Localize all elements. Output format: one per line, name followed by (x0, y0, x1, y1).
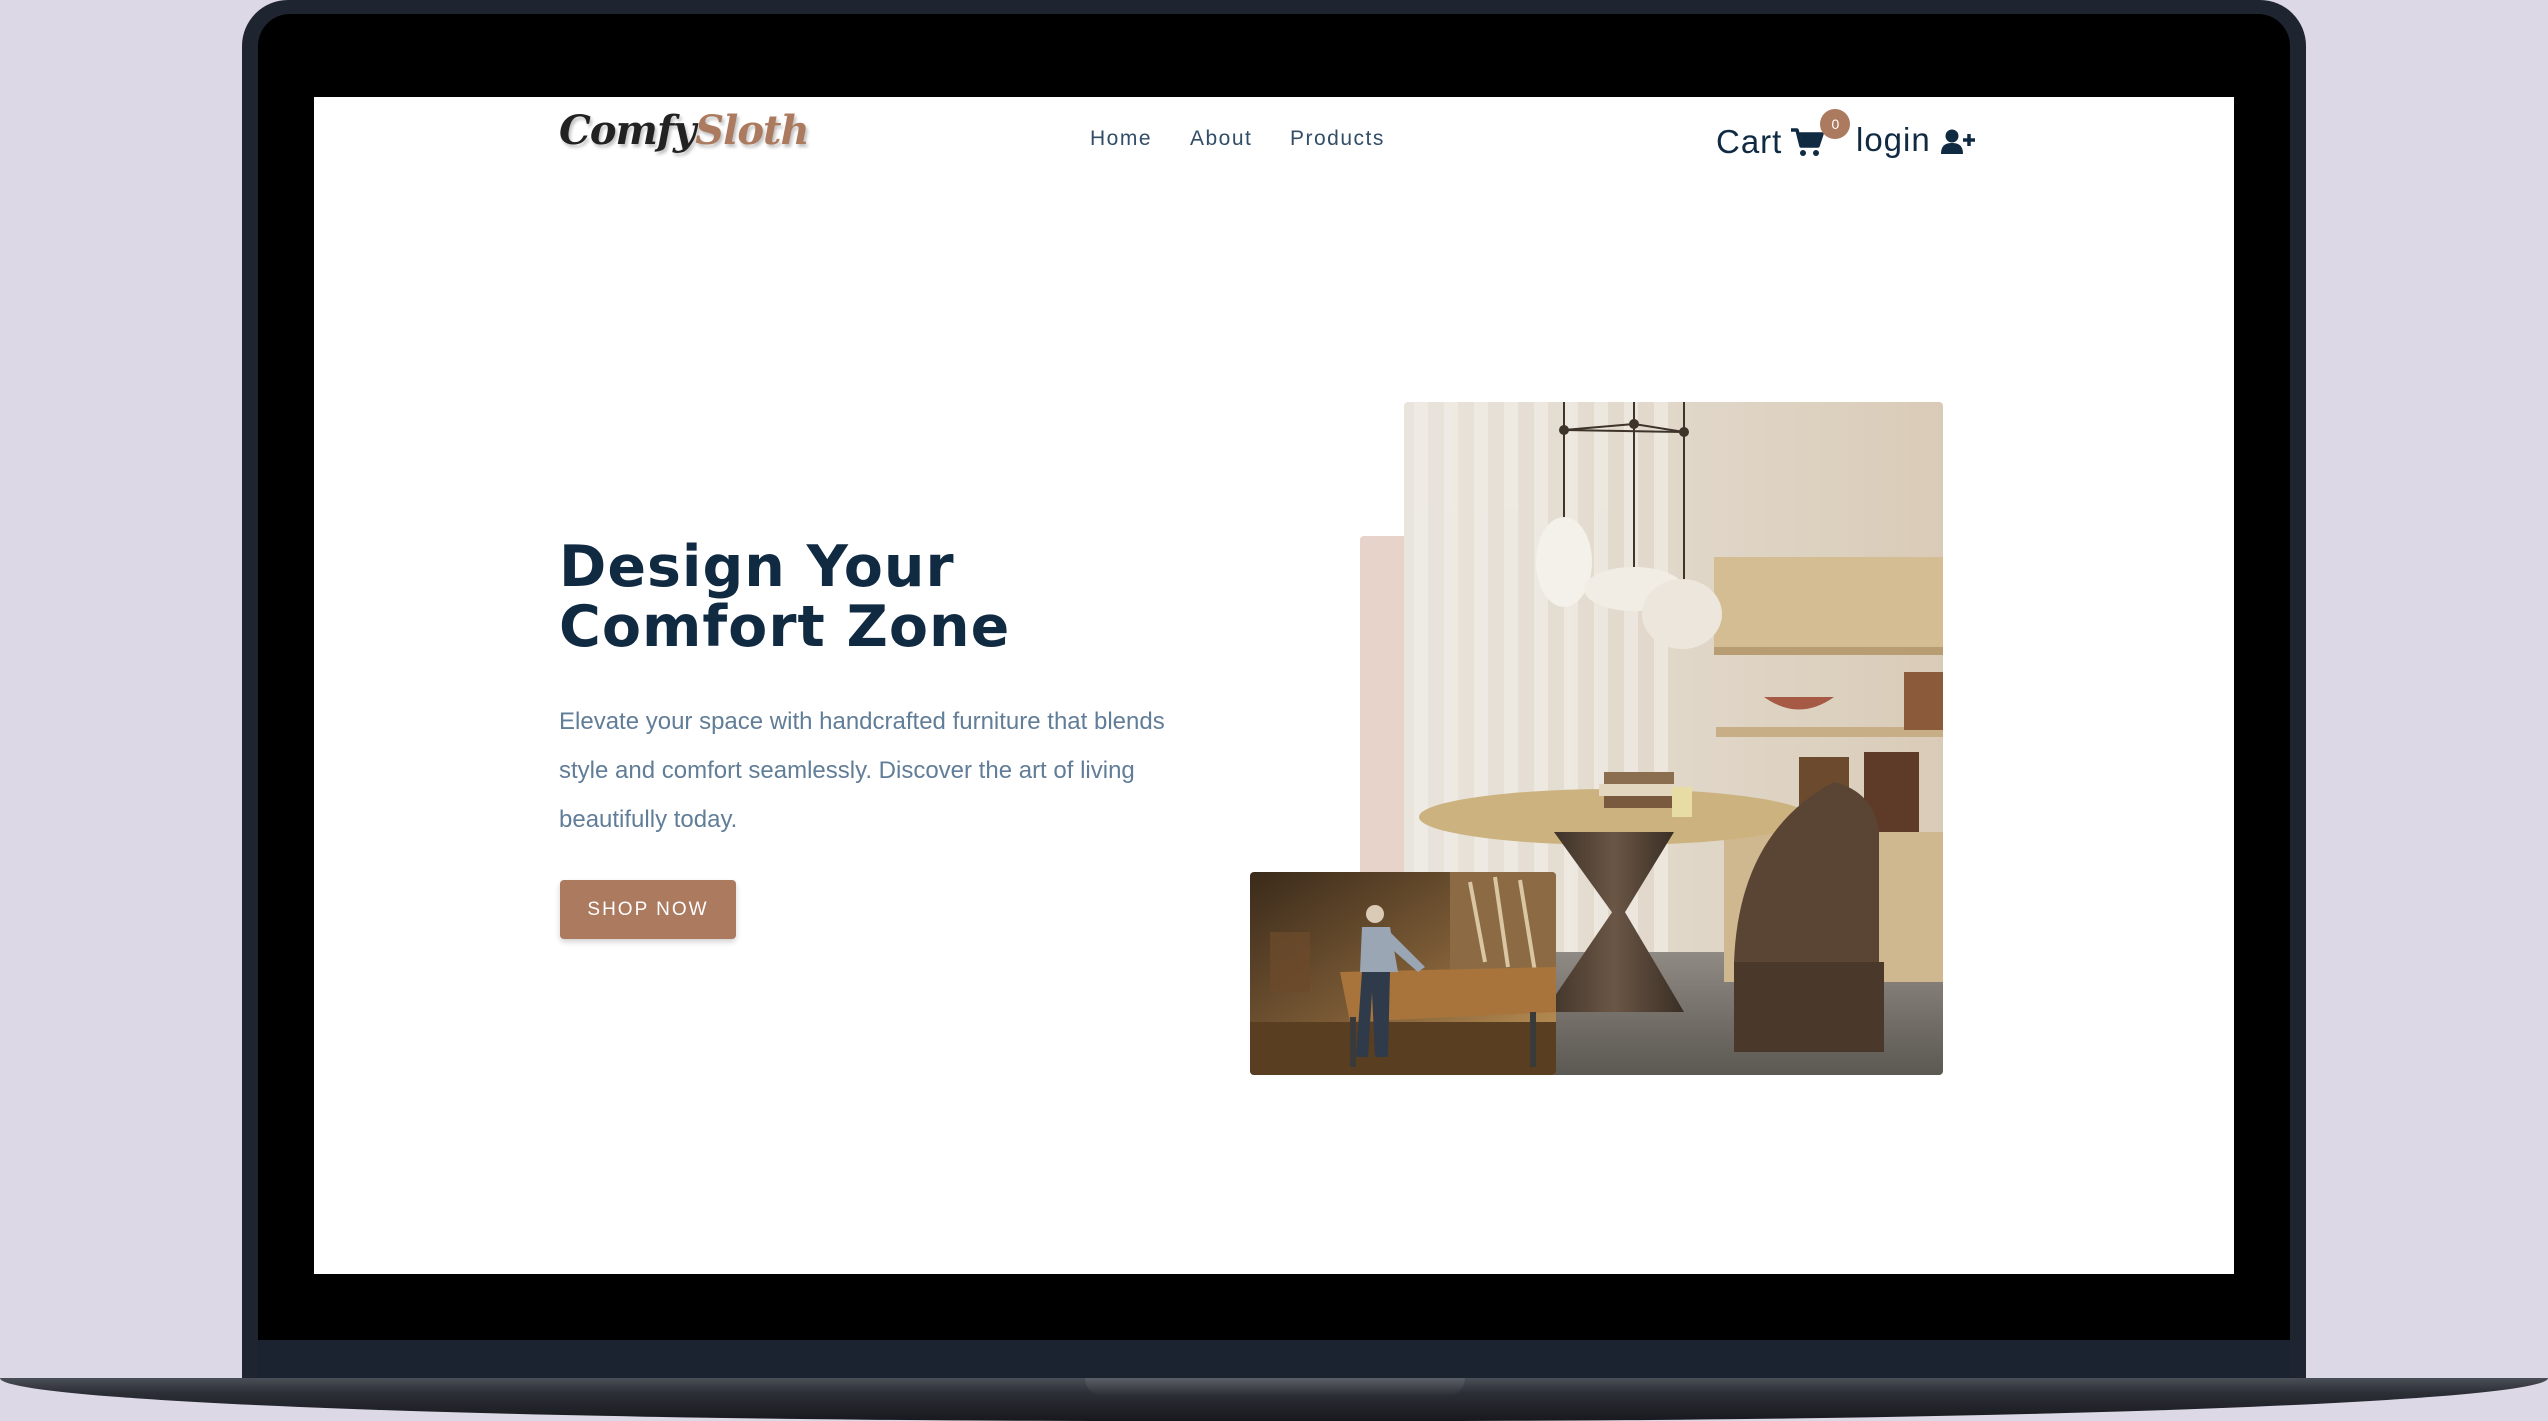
craftsman-image (1250, 872, 1556, 1075)
cart-label: Cart (1716, 123, 1783, 160)
hero-description: Elevate your space with handcrafted furn… (559, 708, 1165, 833)
shopping-cart-icon: 0 (1790, 109, 1851, 157)
website-screen: ComfySloth Home About Products Cart 0 lo… (314, 97, 2234, 1274)
laptop-notch (1085, 1378, 1465, 1396)
nav-link-products[interactable]: Products (1290, 127, 1385, 151)
login-button[interactable]: login (1856, 121, 1975, 159)
hero-title: Design Your Comfort Zone (559, 537, 1119, 657)
hero-title-line-2: Comfort Zone (559, 594, 1011, 660)
shop-now-button[interactable]: SHOP NOW (560, 880, 736, 939)
nav-link-about[interactable]: About (1190, 127, 1252, 151)
laptop-chin (258, 1340, 2290, 1380)
user-plus-icon (1940, 126, 1975, 154)
hero-title-line-1: Design Your (559, 534, 955, 600)
login-label: login (1856, 121, 1931, 158)
cart-button[interactable]: Cart 0 (1716, 109, 1851, 161)
nav-link-home[interactable]: Home (1090, 127, 1152, 151)
